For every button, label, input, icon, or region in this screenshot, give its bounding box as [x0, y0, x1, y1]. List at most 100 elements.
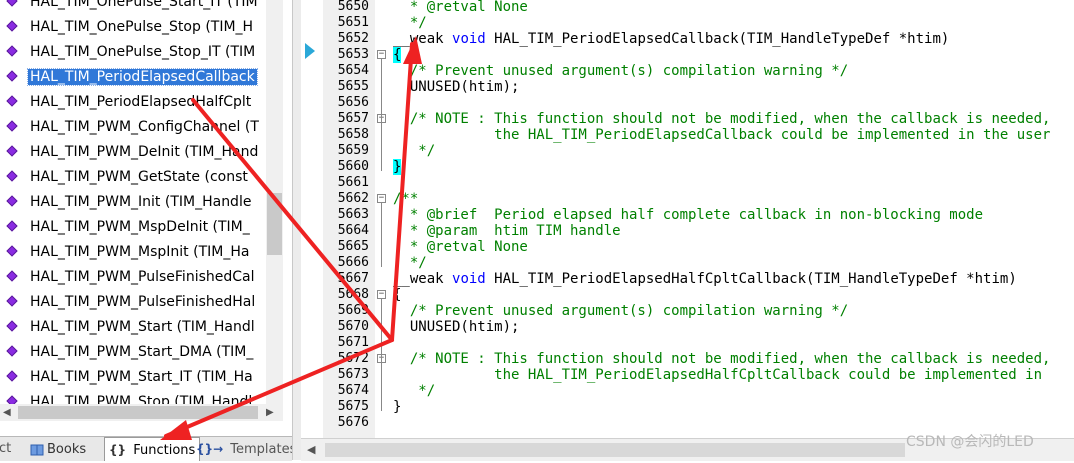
code-token: UNUSED(htim); [393, 79, 520, 95]
code-text: */ [393, 15, 427, 31]
function-list-item[interactable]: HAL_TIM_PWM_GetState (const [0, 165, 266, 190]
line-number: 5659 [337, 143, 369, 158]
function-list-item[interactable]: HAL_TIM_PWM_PulseFinishedCal [0, 265, 266, 290]
scroll-left-arrow-icon[interactable]: ◀ [3, 407, 11, 418]
vertical-scroll-thumb[interactable] [267, 193, 282, 255]
function-list-item[interactable]: HAL_TIM_PWM_PulseFinishedHal [0, 290, 266, 315]
code-token: __weak [393, 31, 453, 47]
code-line[interactable]: 5658 the HAL_TIM_PeriodElapsedCallback c… [301, 127, 1074, 143]
code-line[interactable]: 5657− /* NOTE : This function should not… [301, 111, 1074, 127]
function-list-item[interactable]: HAL_TIM_OnePulse_Stop_IT (TIM [0, 40, 266, 65]
code-line[interactable]: 5667 __weak void HAL_TIM_PeriodElapsedHal… [301, 271, 1074, 287]
code-line[interactable]: 5656 [301, 95, 1074, 111]
tab-project[interactable]: ect [0, 437, 11, 461]
code-line[interactable]: 5662−/** [301, 191, 1074, 207]
templates-icon: {}→ [196, 442, 224, 456]
line-number: 5669 [337, 303, 369, 318]
function-list-item[interactable]: HAL_TIM_PWM_Start_IT (TIM_Ha [0, 365, 266, 390]
code-line[interactable]: 5671 [301, 335, 1074, 351]
comment-token: * @retval None [393, 239, 528, 255]
tab-templates[interactable]: {}→ Templates [196, 437, 296, 461]
function-list-item-label: HAL_TIM_PWM_PulseFinishedHal [30, 294, 256, 310]
code-line[interactable]: 5653−{ [301, 47, 1074, 63]
code-line[interactable]: 5668−{ [301, 287, 1074, 303]
code-line[interactable]: 5666 */ [301, 255, 1074, 271]
panel-splitter[interactable] [292, 0, 301, 460]
function-diamond-icon [6, 44, 18, 57]
fold-guide-line [381, 363, 382, 395]
function-diamond-icon [6, 294, 18, 307]
line-number: 5652 [337, 31, 369, 46]
code-text: /* NOTE : This function should not be mo… [393, 111, 1051, 127]
function-diamond-icon [6, 344, 18, 357]
line-number: 5661 [337, 175, 369, 190]
function-diamond-icon [6, 94, 18, 107]
editor-scroll-left-icon[interactable]: ◀ [307, 443, 315, 456]
fold-toggle-icon[interactable]: − [377, 194, 386, 203]
code-line[interactable]: 5660} [301, 159, 1074, 175]
code-line[interactable]: 5673 the HAL_TIM_PeriodElapsedHalfCpltCa… [301, 367, 1074, 383]
line-number: 5655 [337, 79, 369, 94]
code-text: __weak void HAL_TIM_PeriodElapsedCallbac… [393, 31, 949, 47]
tab-functions-label: Functions [133, 443, 196, 458]
function-list-item[interactable]: HAL_TIM_PWM_ConfigChannel (T [0, 115, 266, 140]
code-line[interactable]: 5674 */ [301, 383, 1074, 399]
comment-token: */ [393, 15, 427, 31]
function-list-item[interactable]: HAL_TIM_PWM_Init (TIM_Handle [0, 190, 266, 215]
code-line[interactable]: 5652 __weak void HAL_TIM_PeriodElapsedCal… [301, 31, 1074, 47]
code-token: HAL_TIM_PeriodElapsedCallback(TIM_Handle… [485, 31, 950, 47]
code-line[interactable]: 5659 */ [301, 143, 1074, 159]
code-line[interactable]: 5663 * @brief Period elapsed half comple… [301, 207, 1074, 223]
code-text: * @retval None [393, 239, 528, 255]
code-text: __weak void HAL_TIM_PeriodElapsedHalfCpl… [393, 271, 1017, 287]
function-list-item-label: HAL_TIM_PWM_Start (TIM_Handl [30, 319, 255, 335]
scroll-right-arrow-icon[interactable]: ▶ [266, 407, 274, 418]
code-text: */ [393, 143, 435, 159]
code-line[interactable]: 5670 UNUSED(htim); [301, 319, 1074, 335]
horizontal-scroll-thumb[interactable] [18, 406, 258, 419]
function-list-item[interactable]: HAL_TIM_PWM_DeInit (TIM_Hand [0, 140, 266, 165]
fold-toggle-icon[interactable]: − [377, 50, 386, 59]
code-line[interactable]: 5655 UNUSED(htim); [301, 79, 1074, 95]
code-line[interactable]: 5665 * @retval None [301, 239, 1074, 255]
code-line[interactable]: 5650 * @retval None [301, 0, 1074, 15]
function-list-item-label: HAL_TIM_PWM_MspDeInit (TIM_ [30, 219, 250, 235]
code-text: /* NOTE : This function should not be mo… [393, 351, 1051, 367]
code-text: { [393, 47, 402, 63]
code-text: /* Prevent unused argument(s) compilatio… [393, 303, 848, 319]
code-text: * @param htim TIM handle [393, 223, 621, 239]
function-list-item[interactable]: HAL_TIM_PWM_MspInit (TIM_Ha [0, 240, 266, 265]
code-line[interactable]: 5676 [301, 415, 1074, 431]
function-list-item[interactable]: HAL_TIM_OnePulse_Stop (TIM_H [0, 15, 266, 40]
fold-toggle-icon[interactable]: − [377, 290, 386, 299]
tab-books[interactable]: Books [28, 437, 86, 461]
code-line[interactable]: 5654 /* Prevent unused argument(s) compi… [301, 63, 1074, 79]
tab-functions[interactable]: {} Functions [104, 437, 201, 461]
function-list-item[interactable]: HAL_TIM_PWM_Start_DMA (TIM_ [0, 340, 266, 365]
function-list-item-label: HAL_TIM_PWM_GetState (const [30, 169, 248, 185]
code-line[interactable]: 5661 [301, 175, 1074, 191]
function-list-horizontal-scrollbar[interactable]: ◀ ▶ [0, 404, 283, 421]
line-number: 5658 [337, 127, 369, 142]
code-line[interactable]: 5675} [301, 399, 1074, 415]
editor-scroll-thumb[interactable] [325, 443, 905, 457]
code-text: the HAL_TIM_PeriodElapsedHalfCpltCallbac… [393, 367, 1042, 383]
code-line[interactable]: 5651 */ [301, 15, 1074, 31]
code-line[interactable]: 5669 /* Prevent unused argument(s) compi… [301, 303, 1074, 319]
function-list-vertical-scrollbar[interactable]: ▼ [266, 0, 283, 404]
code-editor[interactable]: 5650 * @retval None 5651 */5652 __weak voi… [301, 0, 1074, 438]
function-list-item[interactable]: HAL_TIM_PeriodElapsedCallback [0, 65, 266, 90]
line-number: 5673 [337, 367, 369, 382]
line-number: 5665 [337, 239, 369, 254]
code-line[interactable]: 5664 * @param htim TIM handle [301, 223, 1074, 239]
code-text: } [393, 399, 401, 415]
function-list-item[interactable]: HAL_TIM_PWM_Start (TIM_Handl [0, 315, 266, 340]
function-list-item-label: HAL_TIM_PeriodElapsedCallback [27, 68, 258, 86]
function-list-item[interactable]: HAL_TIM_PeriodElapsedHalfCplt [0, 90, 266, 115]
function-list-item[interactable]: HAL_TIM_PWM_MspDeInit (TIM_ [0, 215, 266, 240]
code-line[interactable]: 5672− /* NOTE : This function should not… [301, 351, 1074, 367]
function-diamond-icon [6, 169, 18, 182]
line-number: 5671 [337, 335, 369, 350]
function-list-item[interactable]: HAL_TIM_OnePulse_Start_IT (TIM [0, 0, 266, 15]
code-text: */ [393, 383, 435, 399]
